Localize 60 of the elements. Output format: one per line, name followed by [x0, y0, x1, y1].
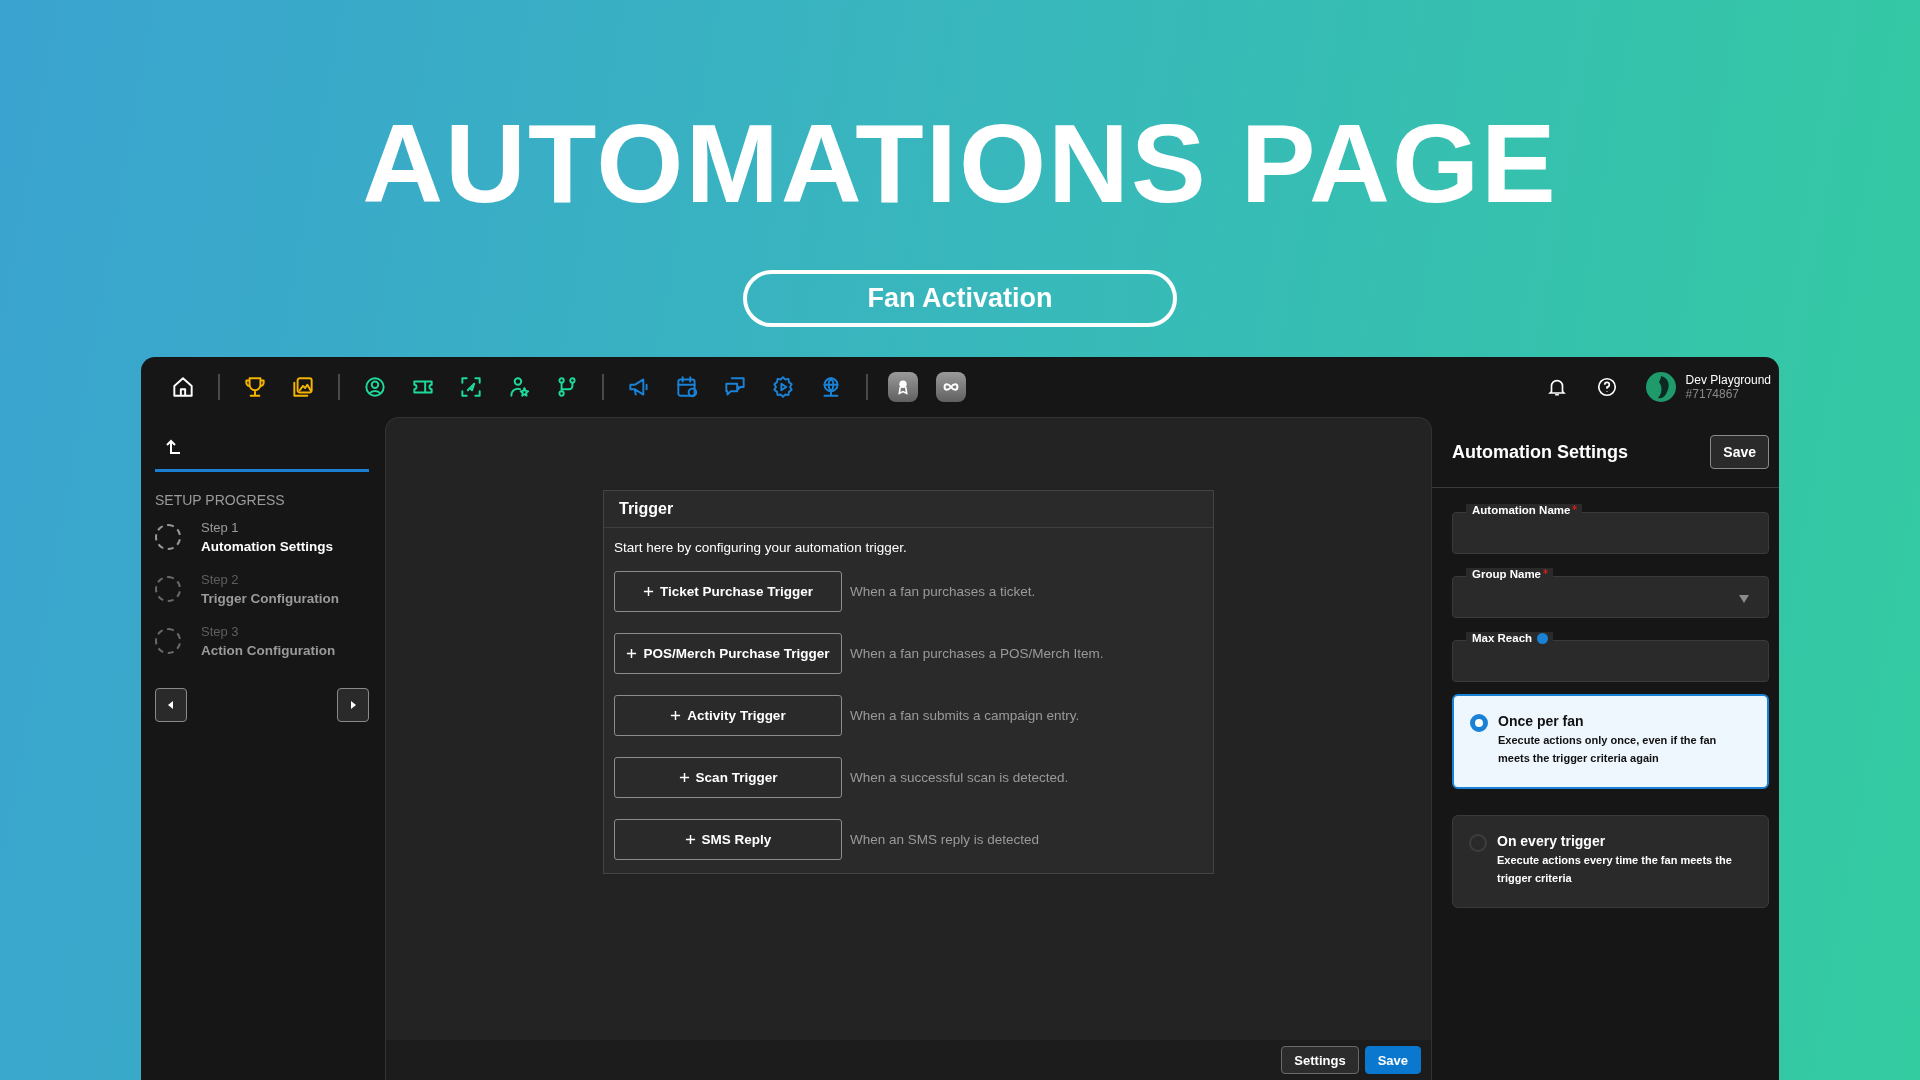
add-trigger-button[interactable]: Scan Trigger	[614, 757, 842, 798]
scan-icon[interactable]	[458, 374, 484, 400]
trigger-description: When a fan purchases a ticket.	[850, 584, 1036, 599]
step-label: Step 3	[201, 624, 240, 639]
radio-button[interactable]	[1470, 714, 1488, 732]
play-gear-icon[interactable]	[770, 374, 796, 400]
field-label: Automation Name	[1472, 504, 1571, 516]
account-id: #7174867	[1685, 387, 1740, 401]
triangle-left-icon	[166, 700, 176, 710]
option-card[interactable]: Once per fan Execute actions only once, even if the fan meets the trigger criteria again	[1452, 694, 1769, 789]
next-button[interactable]	[337, 688, 369, 722]
info-icon[interactable]	[1537, 632, 1549, 644]
account-name: Dev Playground	[1685, 373, 1771, 387]
plus-icon	[678, 772, 690, 783]
card-title: Trigger	[604, 491, 1213, 528]
avatar-icon[interactable]	[1645, 372, 1676, 402]
subtitle-pill: Fan Activation	[743, 270, 1177, 327]
triangle-right-icon	[348, 700, 358, 710]
option-description: Execute actions every time the fan meets the trigger criteria	[1497, 853, 1733, 886]
trigger-description: When a successful scan is detected.	[850, 770, 1069, 785]
save-button[interactable]: Save	[1710, 435, 1769, 469]
help-icon[interactable]	[1595, 376, 1618, 398]
settings-button[interactable]: Settings	[1281, 1046, 1359, 1074]
add-trigger-button[interactable]: SMS Reply	[614, 819, 842, 860]
step-name[interactable]: Action Configuration	[201, 643, 336, 658]
option-title: On every trigger	[1497, 833, 1607, 849]
section-heading: SETUP PROGRESS	[155, 492, 286, 508]
panel-title: Automation Settings	[1452, 441, 1628, 463]
calendar-icon[interactable]	[674, 374, 700, 400]
caret-icon[interactable]	[1739, 595, 1749, 603]
step-label: Step 1	[201, 520, 240, 535]
field-label: Group Name	[1472, 568, 1541, 580]
trophy-icon[interactable]	[242, 374, 268, 400]
previous-button[interactable]	[155, 688, 187, 722]
page-title: AUTOMATIONS PAGE	[362, 108, 1558, 220]
card-intro: Start here by configuring your automation trigger.	[613, 539, 908, 557]
option-description: Execute actions only once, even if the fan meets the trigger criteria again	[1498, 733, 1718, 766]
step-name[interactable]: Automation Settings	[201, 539, 333, 554]
option-title: Once per fan	[1498, 713, 1585, 729]
plus-icon	[643, 586, 655, 597]
gallery-icon[interactable]	[290, 374, 316, 400]
save-button[interactable]: Save	[1364, 1046, 1421, 1074]
option-card[interactable]: On every trigger Execute actions every time the fan meets the trigger criteria	[1452, 815, 1769, 908]
field-label: Max Reach	[1472, 632, 1533, 644]
plus-icon	[670, 710, 682, 721]
trigger-description: When an SMS reply is detected	[850, 832, 1040, 847]
profile-icon[interactable]	[362, 374, 388, 400]
plus-icon	[626, 648, 638, 659]
plus-icon	[684, 834, 696, 845]
infinity-icon[interactable]	[936, 372, 966, 402]
trigger-description: When a fan submits a campaign entry.	[850, 708, 1080, 723]
trigger-description: When a fan purchases a POS/Merch Item.	[850, 646, 1104, 661]
badge-icon[interactable]	[888, 372, 918, 402]
add-trigger-button[interactable]: POS/Merch Purchase Trigger	[614, 633, 842, 674]
step-label: Step 2	[201, 572, 240, 587]
home-icon[interactable]	[170, 374, 196, 400]
add-trigger-button[interactable]: Ticket Purchase Trigger	[614, 571, 842, 612]
back-icon[interactable]	[165, 439, 181, 455]
step-name[interactable]: Trigger Configuration	[201, 591, 339, 606]
add-trigger-button[interactable]: Activity Trigger	[614, 695, 842, 736]
